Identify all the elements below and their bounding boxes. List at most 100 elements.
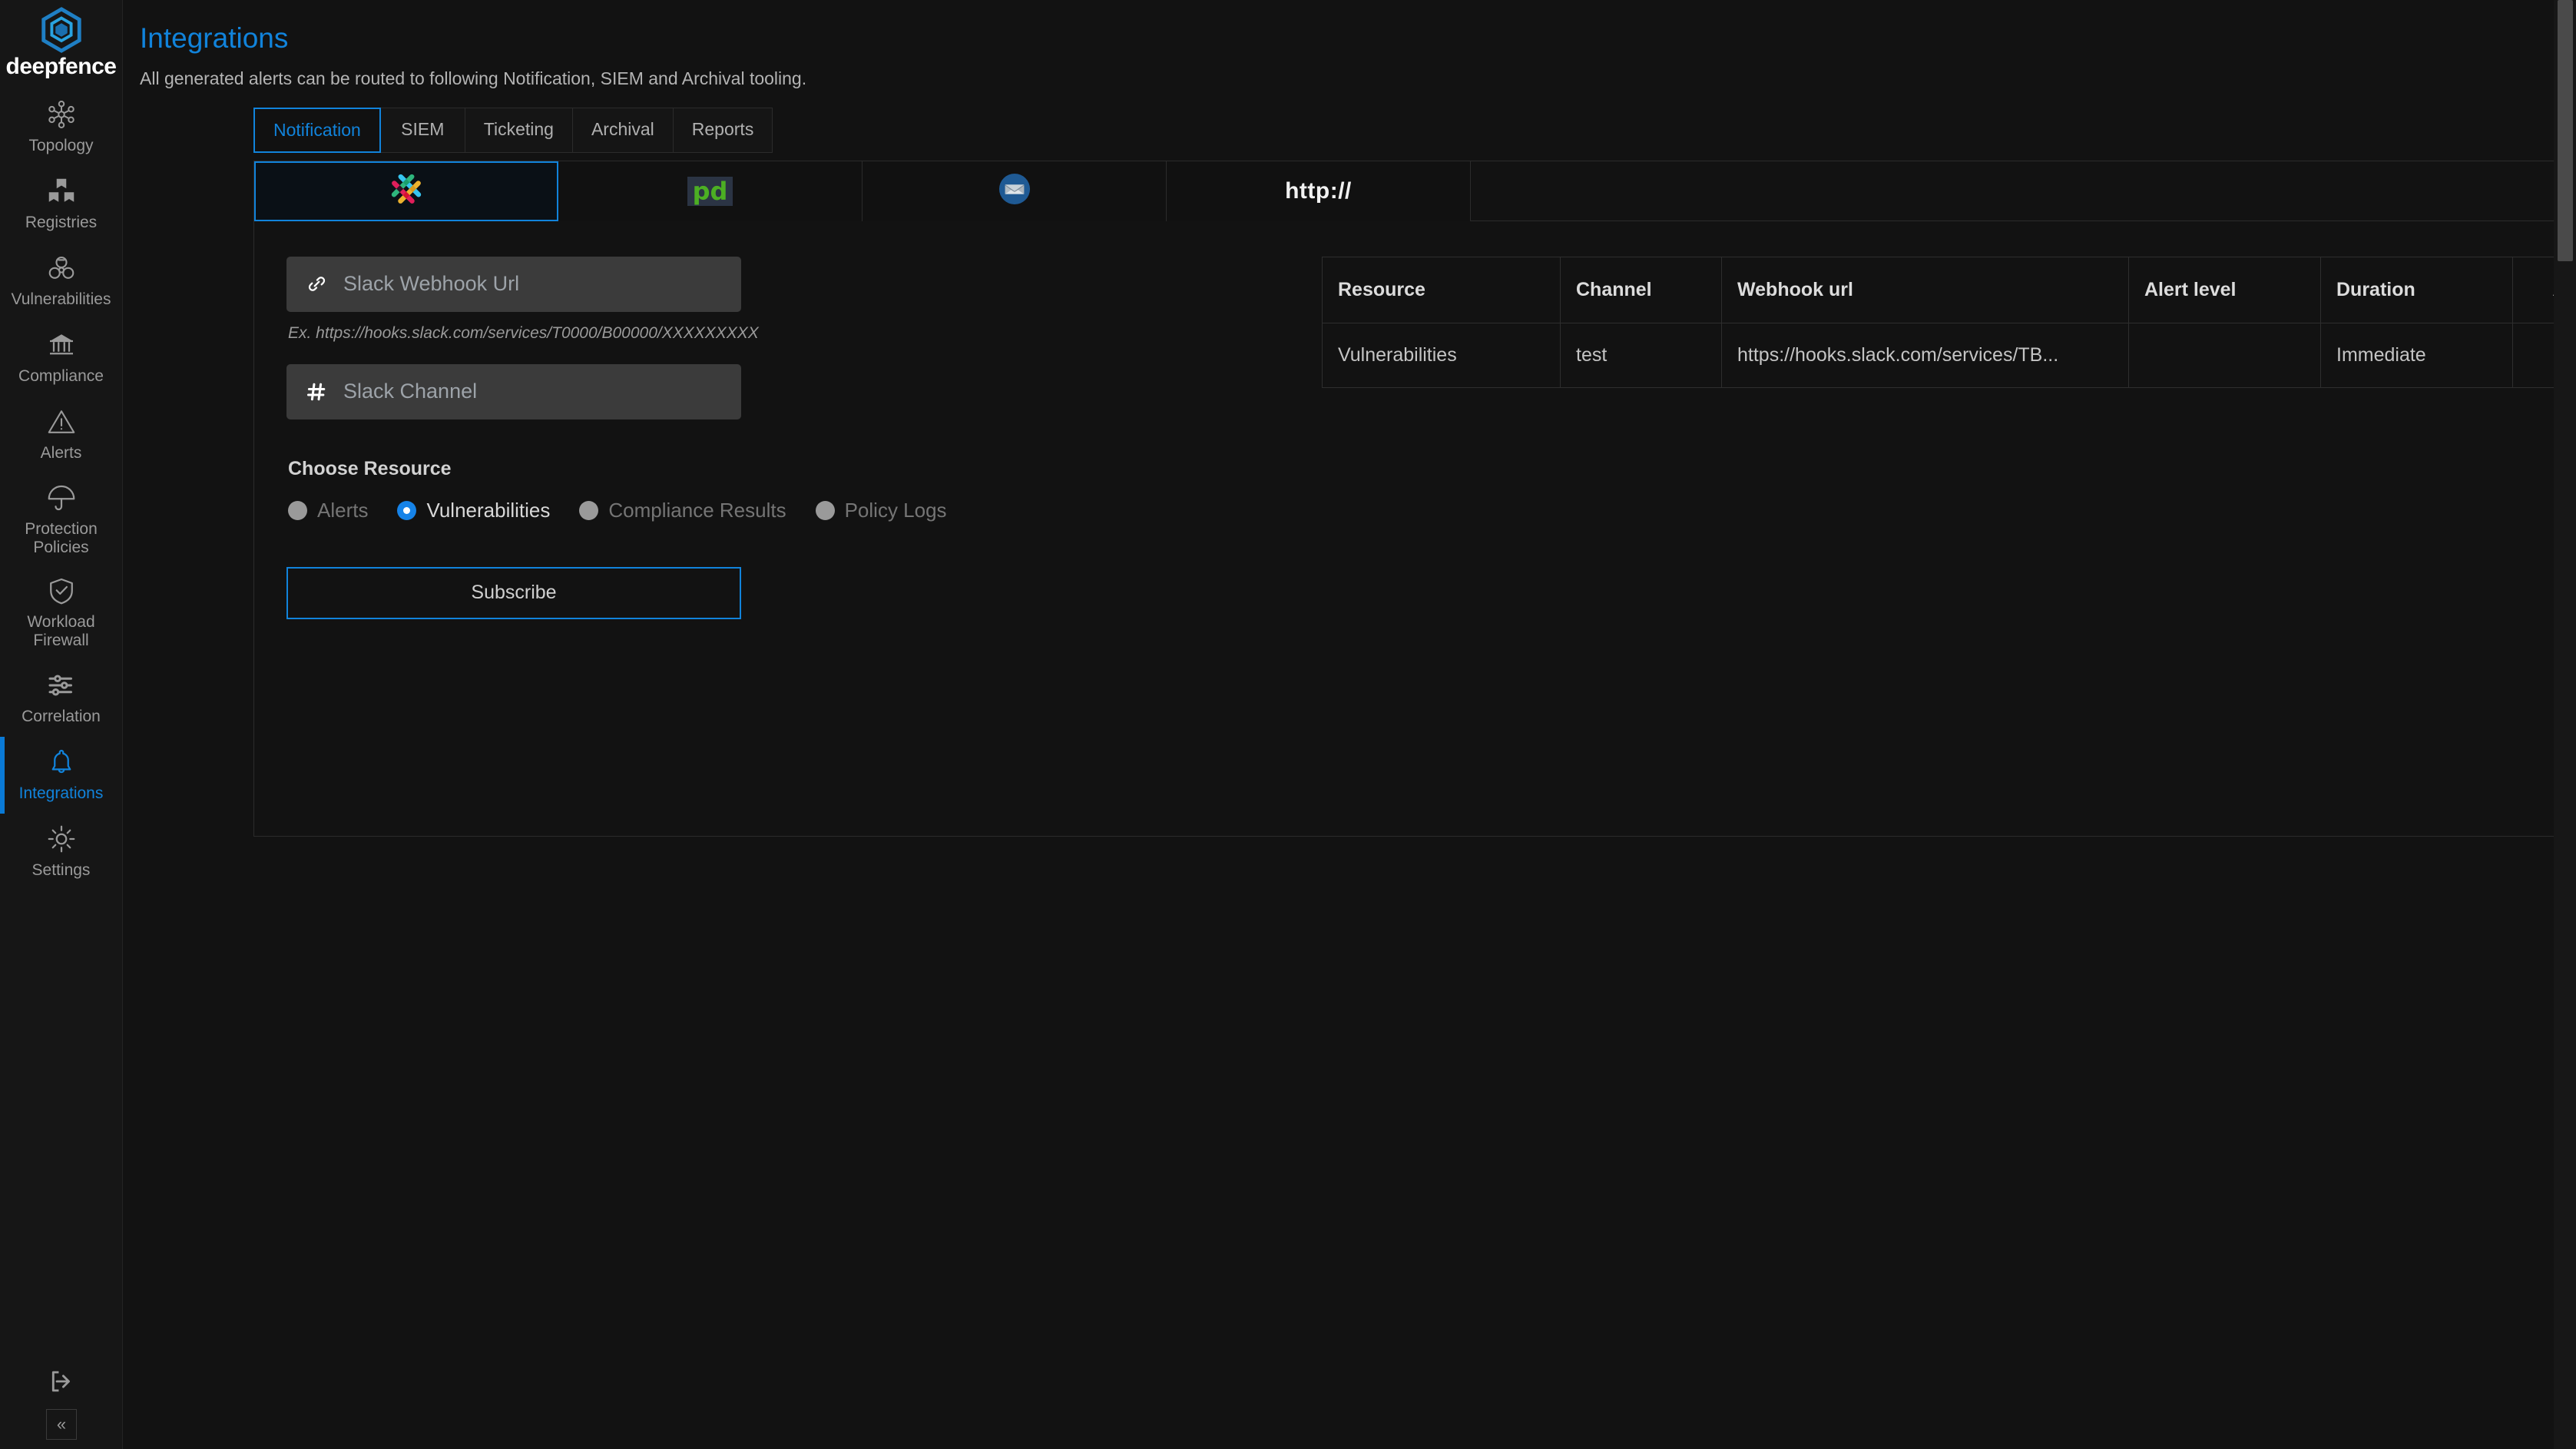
integration-form: Slack Webhook Url Ex. https://hooks.slac… xyxy=(254,257,1276,619)
integrations-table-wrapper: Resource Channel Webhook url Alert level… xyxy=(1276,257,2576,619)
sliders-icon xyxy=(46,670,77,701)
cell-channel: test xyxy=(1561,323,1722,387)
topology-icon xyxy=(46,99,77,130)
integration-body: Slack Webhook Url Ex. https://hooks.slac… xyxy=(254,221,2576,619)
pagerduty-logo-icon: pd xyxy=(687,177,733,206)
integration-tab-slack[interactable] xyxy=(254,161,558,221)
cell-resource: Vulnerabilities xyxy=(1323,323,1561,387)
vertical-scrollbar[interactable] xyxy=(2554,0,2576,1449)
radio-compliance-results[interactable]: Compliance Results xyxy=(579,499,786,522)
webhook-url-hint: Ex. https://hooks.slack.com/services/T00… xyxy=(288,324,1276,343)
sidebar-item-label: Workload Firewall xyxy=(5,613,118,650)
sidebar-item-workload-firewall[interactable]: Workload Firewall xyxy=(0,566,123,659)
sidebar-item-label: Compliance xyxy=(18,367,104,386)
tab-ticketing[interactable]: Ticketing xyxy=(465,108,573,153)
integration-type-tabs: pd xyxy=(254,161,2576,221)
hash-icon xyxy=(303,379,329,405)
http-text-icon: http:// xyxy=(1285,178,1352,204)
sidebar-item-correlation[interactable]: Correlation xyxy=(0,660,123,737)
primary-tabs: Notification SIEM Ticketing Archival Rep… xyxy=(253,108,2576,153)
radio-dot-icon xyxy=(816,501,835,520)
cell-duration: Immediate xyxy=(2321,323,2513,387)
brand-name: deepfence xyxy=(6,55,117,78)
integrations-table: Resource Channel Webhook url Alert level… xyxy=(1322,257,2576,388)
tab-siem[interactable]: SIEM xyxy=(381,108,465,153)
page-title: Integrations xyxy=(140,23,2576,55)
integration-tab-pagerduty[interactable]: pd xyxy=(558,161,863,221)
column-header-duration: Duration xyxy=(2321,257,2513,323)
table-body: Vulnerabilities test https://hooks.slack… xyxy=(1323,323,2576,387)
brand-logo[interactable]: deepfence xyxy=(0,0,123,89)
bell-icon xyxy=(46,747,77,778)
table-header-row: Resource Channel Webhook url Alert level… xyxy=(1323,257,2576,323)
radio-dot-icon xyxy=(397,501,416,520)
shield-check-icon xyxy=(46,575,77,606)
radio-dot-icon xyxy=(579,501,598,520)
integration-tab-email[interactable] xyxy=(863,161,1167,221)
sidebar-item-label: Vulnerabilities xyxy=(12,290,111,309)
column-header-alert-level: Alert level xyxy=(2129,257,2321,323)
sidebar-item-label: Integrations xyxy=(19,784,104,803)
sidebar-collapse-button[interactable]: « xyxy=(46,1409,77,1440)
sidebar-item-integrations[interactable]: Integrations xyxy=(0,737,123,814)
sidebar-footer: « xyxy=(0,1361,123,1449)
cell-alert-level xyxy=(2129,323,2321,387)
integration-panel: pd xyxy=(253,161,2576,837)
app-root: deepfence Topology xyxy=(0,0,2576,1449)
page-header: Integrations All generated alerts can be… xyxy=(123,0,2576,89)
sidebar-item-label: Topology xyxy=(28,137,93,155)
integration-tab-http-endpoint[interactable]: http:// xyxy=(1167,161,1471,221)
sidebar-item-label: Protection Policies xyxy=(5,520,118,557)
gear-icon xyxy=(46,824,77,854)
tab-notification[interactable]: Notification xyxy=(253,108,381,153)
main-content: Integrations All generated alerts can be… xyxy=(123,0,2576,1449)
table-head: Resource Channel Webhook url Alert level… xyxy=(1323,257,2576,323)
sidebar-item-compliance[interactable]: Compliance xyxy=(0,320,123,396)
sidebar: deepfence Topology xyxy=(0,0,123,1449)
email-envelope-icon xyxy=(998,173,1031,209)
radio-vulnerabilities[interactable]: Vulnerabilities xyxy=(397,499,550,522)
webhook-url-placeholder: Slack Webhook Url xyxy=(343,272,519,296)
sidebar-item-label: Correlation xyxy=(22,708,101,726)
warning-triangle-icon xyxy=(46,406,77,437)
resource-radio-group: Alerts Vulnerabilities Compliance Result… xyxy=(288,499,1276,522)
slack-channel-input[interactable]: Slack Channel xyxy=(286,364,741,419)
page-subtitle: All generated alerts can be routed to fo… xyxy=(140,68,2576,89)
sidebar-item-registries[interactable]: Registries xyxy=(0,166,123,243)
scrollbar-thumb[interactable] xyxy=(2558,0,2573,261)
tab-archival[interactable]: Archival xyxy=(573,108,674,153)
deepfence-cube-logo-icon xyxy=(38,6,85,54)
sidebar-item-vulnerabilities[interactable]: Vulnerabilities xyxy=(0,243,123,320)
sidebar-nav: Topology Registries xyxy=(0,89,123,890)
radio-label: Policy Logs xyxy=(845,499,947,522)
sidebar-item-protection-policies[interactable]: Protection Policies xyxy=(0,473,123,566)
biohazard-icon xyxy=(46,253,77,284)
sidebar-item-settings[interactable]: Settings xyxy=(0,814,123,890)
radio-dot-icon xyxy=(288,501,307,520)
radio-label: Compliance Results xyxy=(608,499,786,522)
umbrella-icon xyxy=(46,482,77,513)
sidebar-item-topology[interactable]: Topology xyxy=(0,89,123,166)
registries-icon xyxy=(46,176,77,207)
radio-label: Alerts xyxy=(317,499,368,522)
sidebar-item-label: Registries xyxy=(25,214,97,232)
logout-icon[interactable] xyxy=(41,1361,81,1401)
slack-channel-placeholder: Slack Channel xyxy=(343,380,477,403)
cell-webhook-url: https://hooks.slack.com/services/TB... xyxy=(1722,323,2129,387)
subscribe-button[interactable]: Subscribe xyxy=(286,567,741,619)
sidebar-item-alerts[interactable]: Alerts xyxy=(0,396,123,473)
pagerduty-label: pd xyxy=(693,179,728,204)
sidebar-item-label: Alerts xyxy=(41,444,82,463)
webhook-url-input[interactable]: Slack Webhook Url xyxy=(286,257,741,312)
column-header-resource: Resource xyxy=(1323,257,1561,323)
radio-alerts[interactable]: Alerts xyxy=(288,499,368,522)
choose-resource-label: Choose Resource xyxy=(288,458,1276,480)
radio-label: Vulnerabilities xyxy=(426,499,550,522)
sidebar-item-label: Settings xyxy=(32,861,91,880)
tab-reports[interactable]: Reports xyxy=(674,108,773,153)
column-header-webhook-url: Webhook url xyxy=(1722,257,2129,323)
slack-logo-icon xyxy=(389,171,424,211)
radio-policy-logs[interactable]: Policy Logs xyxy=(816,499,947,522)
bank-icon xyxy=(46,330,77,360)
column-header-channel: Channel xyxy=(1561,257,1722,323)
